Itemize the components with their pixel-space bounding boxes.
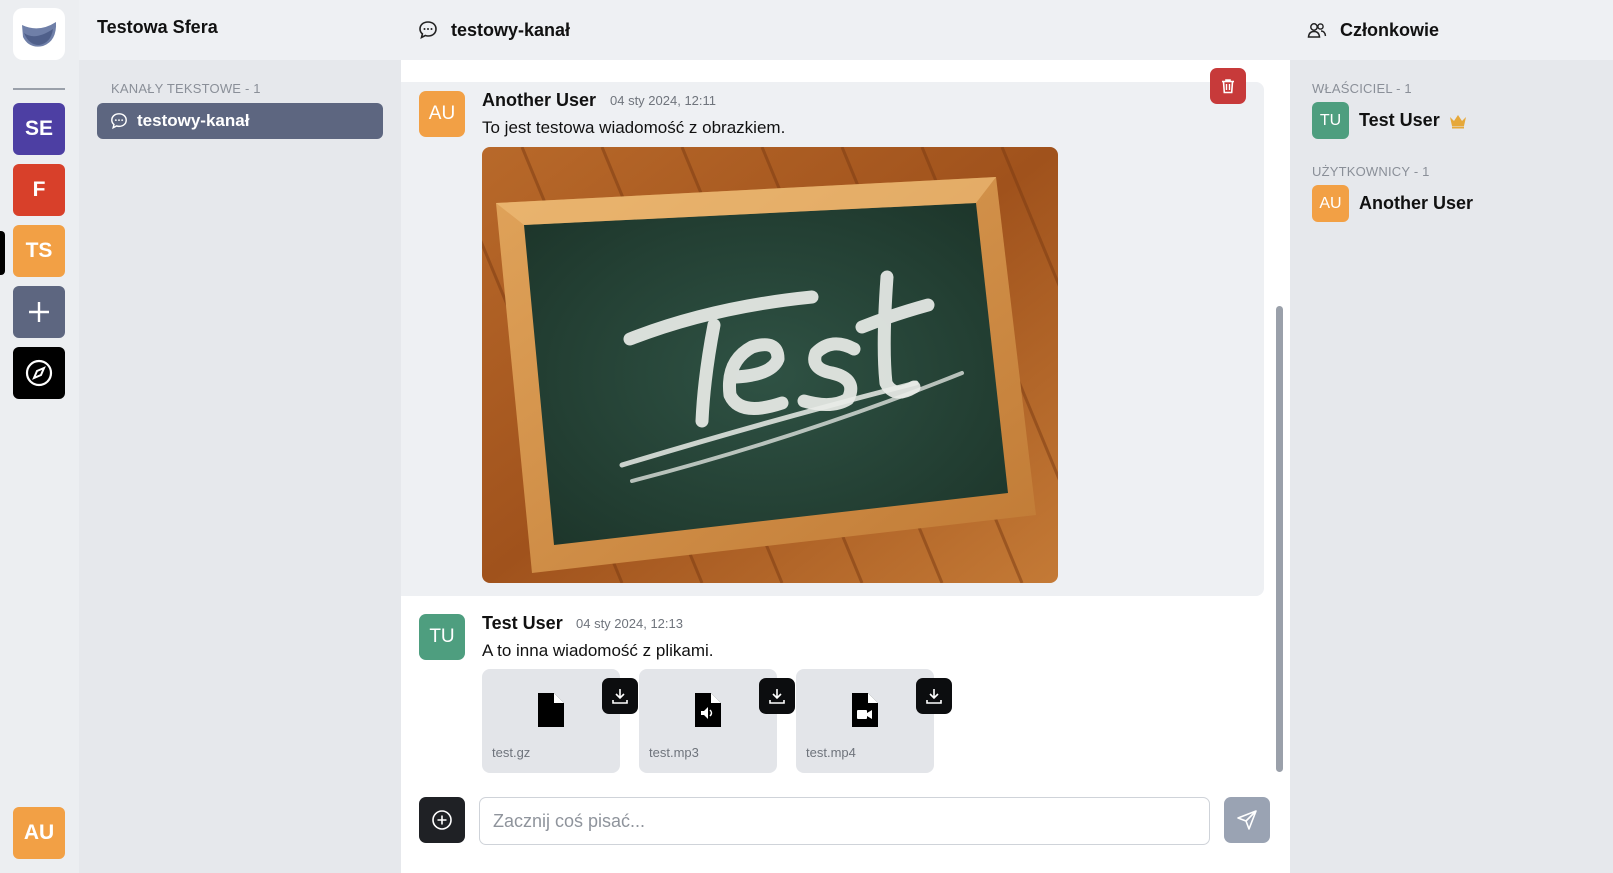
- file-icon: [538, 693, 564, 727]
- server-name: Testowa Sfera: [97, 17, 218, 37]
- plus-circle-icon: [432, 810, 452, 830]
- avatar: TU: [1312, 102, 1349, 139]
- server-f[interactable]: F: [13, 164, 65, 216]
- message-author[interactable]: Another User: [482, 90, 596, 111]
- download-icon: [612, 689, 628, 704]
- members-title: Członkowie: [1340, 19, 1440, 40]
- file-attachment[interactable]: test.mp4: [796, 669, 952, 773]
- trash-icon: [1222, 79, 1234, 94]
- text-channels-label: KANAŁY TEKSTOWE - 1: [111, 81, 261, 96]
- download-icon: [926, 689, 942, 704]
- plus-icon: [29, 302, 49, 322]
- download-button[interactable]: [602, 678, 638, 714]
- rail-divider: [13, 88, 65, 90]
- message-author[interactable]: Test User: [482, 613, 563, 634]
- server-initials: SE: [24, 117, 53, 140]
- members-panel: Członkowie WŁAŚCICIEL - 1 TU Test User U…: [1290, 0, 1613, 873]
- compass-icon: [25, 359, 53, 387]
- audio-file-icon: [695, 693, 721, 727]
- message-text: A to inna wiadomość z plikami.: [482, 641, 714, 660]
- explore-servers-button[interactable]: [13, 347, 65, 399]
- channel-header: testowy-kanał: [401, 0, 1290, 60]
- current-user-avatar[interactable]: AU: [13, 807, 65, 859]
- avatar[interactable]: AU: [419, 91, 465, 137]
- download-button[interactable]: [916, 678, 952, 714]
- chalkboard-image: [482, 147, 1058, 583]
- member-name: Test User: [1359, 110, 1440, 130]
- member-item-another-user[interactable]: AU Another User: [1312, 185, 1473, 222]
- file-attachment[interactable]: test.mp3: [639, 669, 795, 773]
- message-timestamp: 04 sty 2024, 12:13: [576, 616, 683, 631]
- channel-title: testowy-kanał: [451, 19, 571, 40]
- download-button[interactable]: [759, 678, 795, 714]
- add-server-button[interactable]: [13, 286, 65, 338]
- video-file-icon: [852, 693, 878, 727]
- users-section-label: UŻYTKOWNICY - 1: [1312, 164, 1430, 179]
- members-header: Członkowie: [1290, 0, 1613, 60]
- user-initials: AU: [23, 821, 55, 844]
- avatar-initials: AU: [1319, 194, 1342, 212]
- delete-message-button[interactable]: [1210, 68, 1246, 104]
- channel-sidebar: Testowa Sfera KANAŁY TEKSTOWE - 1 testow…: [79, 0, 401, 873]
- owner-section-label: WŁAŚCICIEL - 1: [1312, 81, 1412, 96]
- send-button[interactable]: [1224, 797, 1270, 843]
- member-name: Another User: [1359, 193, 1474, 213]
- channel-name: testowy-kanał: [137, 111, 250, 130]
- download-icon: [769, 689, 785, 704]
- message-timestamp: 04 sty 2024, 12:11: [610, 93, 717, 108]
- server-initials: F: [32, 178, 46, 201]
- avatar-initials: AU: [428, 103, 456, 124]
- message-input[interactable]: [479, 797, 1210, 845]
- file-name: test.mp4: [806, 745, 856, 760]
- member-item-test-user[interactable]: TU Test User: [1312, 102, 1467, 139]
- active-server-indicator: [0, 231, 5, 275]
- channel-item-testowy-kanal[interactable]: testowy-kanał: [97, 103, 383, 139]
- file-name: test.mp3: [649, 745, 699, 760]
- app-logo-icon: [22, 22, 57, 47]
- server-header[interactable]: Testowa Sfera: [79, 0, 401, 60]
- message-image-attachment[interactable]: [482, 147, 1058, 583]
- chat-bubble-icon: [111, 113, 127, 130]
- server-se[interactable]: SE: [13, 103, 65, 155]
- app-logo[interactable]: [13, 8, 65, 60]
- chat-scrollbar[interactable]: [1276, 306, 1283, 772]
- crown-icon: [1449, 114, 1466, 128]
- send-icon: [1237, 810, 1257, 830]
- file-attachment[interactable]: test.gz: [482, 669, 638, 773]
- server-ts[interactable]: TS: [13, 225, 65, 277]
- avatar: AU: [1312, 185, 1349, 222]
- add-attachment-button[interactable]: [419, 797, 465, 843]
- avatar-initials: TU: [429, 626, 455, 647]
- avatar[interactable]: TU: [419, 614, 465, 660]
- file-name: test.gz: [492, 745, 531, 760]
- users-icon: [1307, 23, 1327, 38]
- chat-panel: testowy-kanał AU Another User 04 sty 202…: [401, 0, 1290, 873]
- avatar-initials: TU: [1319, 111, 1342, 129]
- server-initials: TS: [25, 239, 53, 262]
- chat-bubble-icon: [419, 21, 437, 40]
- server-rail: SE F TS AU: [0, 0, 79, 873]
- message-text: To jest testowa wiadomość z obrazkiem.: [482, 118, 786, 137]
